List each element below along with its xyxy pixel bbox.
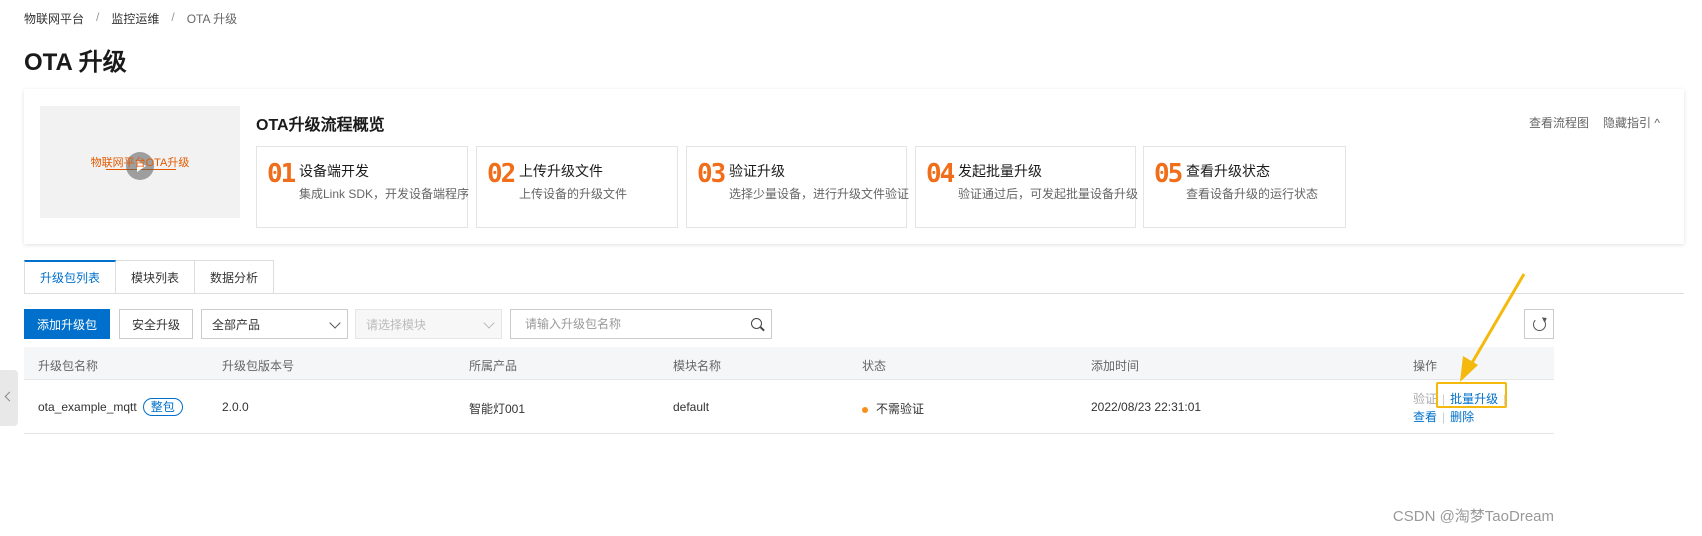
secure-upgrade-button[interactable]: 安全升级 [119, 309, 193, 339]
step-number: 02 [487, 159, 516, 189]
package-search-input[interactable] [511, 310, 731, 338]
add-package-button[interactable]: 添加升级包 [24, 309, 110, 339]
status-dot [862, 406, 868, 413]
step-title: 验证升级 [729, 163, 785, 179]
chevron-left-icon [4, 391, 15, 402]
status-text: 不需验证 [876, 402, 925, 416]
table-row: ota_example_mqtt 整包 2.0.0 智能灯001 default … [24, 380, 1554, 434]
view-link[interactable]: 查看 [1413, 408, 1437, 426]
tab-bar: 升级包列表 模块列表 数据分析 [24, 260, 275, 294]
package-name-cell: ota_example_mqtt 整包 [38, 398, 183, 416]
step-description: 验证通过后，可发起批量设备升级 [958, 187, 1139, 201]
step-description: 选择少量设备，进行升级文件验证 [729, 187, 910, 201]
guide-title: OTA升级流程概览 [256, 117, 385, 134]
package-table: 升级包名称 升级包版本号 所属产品 模块名称 状态 添加时间 操作 ota_ex… [24, 347, 1554, 434]
guide-step-1: 01 设备端开发 集成Link SDK，开发设备端程序 [256, 146, 470, 228]
action-separator: | [1442, 410, 1446, 424]
refresh-icon [1533, 318, 1546, 331]
step-description: 查看设备升级的运行状态 [1186, 187, 1319, 201]
verify-link[interactable]: 验证 [1413, 390, 1437, 408]
step-title: 设备端开发 [299, 163, 369, 179]
tab-data-analysis[interactable]: 数据分析 [195, 260, 275, 294]
module-select[interactable]: 请选择模块 [355, 309, 502, 339]
step-number: 03 [697, 159, 726, 189]
module-select-placeholder: 请选择模块 [366, 317, 427, 332]
video-thumbnail-text: 物联网平台OTA升级 [90, 157, 190, 169]
header-product: 所属产品 [469, 359, 518, 373]
package-type-badge: 整包 [142, 398, 183, 416]
view-flowchart-link[interactable]: 查看流程图 [1529, 114, 1589, 131]
tab-divider [24, 293, 1684, 294]
added-time-cell: 2022/08/23 22:31:01 [1091, 400, 1202, 414]
table-header: 升级包名称 升级包版本号 所属产品 模块名称 状态 添加时间 操作 [24, 347, 1554, 380]
refresh-button[interactable] [1524, 309, 1554, 339]
chevron-down-icon [329, 317, 341, 329]
guide-card: 物联网平台OTA升级 OTA升级流程概览 查看流程图 隐藏指引 ^ 01 设备端… [24, 89, 1684, 244]
product-select-value: 全部产品 [212, 317, 261, 332]
header-added-time: 添加时间 [1091, 359, 1140, 373]
header-version: 升级包版本号 [222, 359, 295, 373]
header-package-name: 升级包名称 [38, 359, 99, 373]
step-title: 上传升级文件 [519, 163, 603, 179]
package-search-box [510, 309, 772, 339]
module-cell: default [673, 400, 710, 414]
package-name: ota_example_mqtt [38, 400, 137, 414]
step-number: 05 [1154, 159, 1183, 189]
product-select[interactable]: 全部产品 [201, 309, 348, 339]
guide-video-thumbnail[interactable]: 物联网平台OTA升级 [40, 106, 240, 218]
breadcrumb-separator: / [171, 10, 175, 24]
guide-step-5: 05 查看升级状态 查看设备升级的运行状态 [1143, 146, 1346, 228]
breadcrumb-item-monitoring[interactable]: 监控运维 [111, 10, 159, 27]
hide-guide-link[interactable]: 隐藏指引 ^ [1603, 114, 1660, 131]
product-cell: 智能灯001 [469, 402, 526, 416]
watermark: CSDN @淘梦TaoDream [1392, 508, 1554, 525]
step-description: 集成Link SDK，开发设备端程序 [299, 187, 470, 201]
search-icon[interactable] [751, 318, 762, 329]
header-status: 状态 [862, 359, 887, 373]
page-title: OTA 升级 [24, 49, 127, 76]
breadcrumb-item-iot-platform[interactable]: 物联网平台 [24, 10, 84, 27]
guide-step-4: 04 发起批量升级 验证通过后，可发起批量设备升级 [915, 146, 1139, 228]
sidebar-toggle[interactable] [0, 370, 18, 426]
status-cell: 不需验证 [862, 400, 924, 417]
step-title: 查看升级状态 [1186, 163, 1270, 179]
breadcrumb-separator: / [96, 10, 100, 24]
delete-link[interactable]: 删除 [1450, 408, 1474, 426]
guide-links: 查看流程图 隐藏指引 ^ [1529, 114, 1660, 131]
batch-upgrade-highlight-box [1436, 382, 1507, 408]
breadcrumb: 物联网平台 / 监控运维 / OTA 升级 [24, 10, 237, 27]
breadcrumb-item-current: OTA 升级 [186, 12, 238, 26]
header-module: 模块名称 [673, 359, 722, 373]
step-number: 04 [926, 159, 955, 189]
guide-step-2: 02 上传升级文件 上传设备的升级文件 [476, 146, 678, 228]
step-number: 01 [267, 159, 296, 189]
guide-step-3: 03 验证升级 选择少量设备，进行升级文件验证 [686, 146, 910, 228]
step-description: 上传设备的升级文件 [519, 187, 628, 201]
version-cell: 2.0.0 [222, 400, 249, 414]
tab-module-list[interactable]: 模块列表 [116, 260, 196, 294]
tab-package-list[interactable]: 升级包列表 [24, 260, 117, 294]
header-actions: 操作 [1413, 359, 1438, 373]
step-title: 发起批量升级 [958, 163, 1042, 179]
chevron-down-icon [483, 317, 495, 329]
